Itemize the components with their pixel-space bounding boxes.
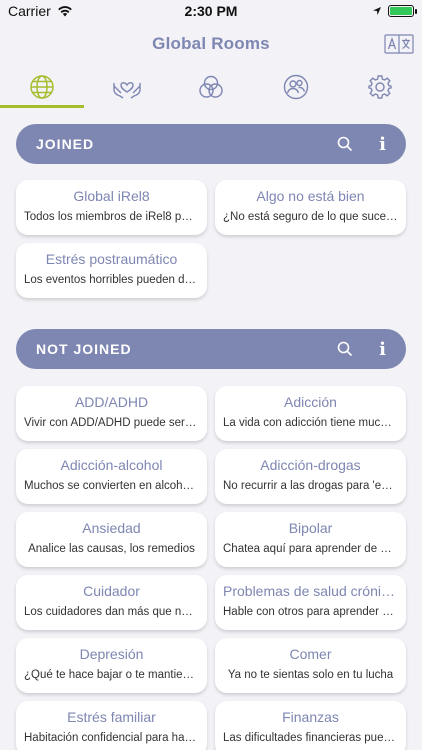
room-title: Adicción-alcohol	[60, 457, 163, 473]
page-title: Global Rooms	[152, 34, 270, 53]
info-icon[interactable]: i	[379, 339, 386, 360]
room-desc: Hable con otros para aprender más	[223, 606, 398, 618]
battery-icon	[388, 5, 417, 17]
room-card[interactable]: Global iRel8 Todos los miembros de iRel8…	[16, 180, 207, 235]
tab-support[interactable]	[85, 66, 169, 108]
room-card[interactable]: ADD/ADHD Vivir con ADD/ADHD puede ser di…	[16, 386, 207, 441]
room-card[interactable]: Cuidador Los cuidadores dan más que nadi…	[16, 575, 207, 630]
joined-rooms: Global iRel8 Todos los miembros de iRel8…	[16, 180, 406, 298]
room-title: Global iRel8	[73, 188, 150, 204]
translate-icon	[384, 34, 414, 54]
status-bar: Carrier 2:30 PM	[0, 0, 422, 22]
room-desc: No recurrir a las drogas para 'escapar'	[223, 480, 398, 492]
room-title: Problemas de salud crónicos	[223, 583, 398, 599]
room-card[interactable]: Ansiedad Analice las causas, los remedio…	[16, 512, 207, 567]
not-joined-rooms: ADD/ADHD Vivir con ADD/ADHD puede ser di…	[16, 386, 406, 750]
carrier-label: Carrier	[8, 3, 51, 19]
room-card[interactable]: Adicción-drogas No recurrir a las drogas…	[215, 449, 406, 504]
tab-contacts[interactable]	[254, 66, 338, 108]
not-joined-title: NOT JOINED	[36, 341, 132, 357]
room-desc: Vivir con ADD/ADHD puede ser difícil	[24, 417, 199, 429]
search-icon[interactable]	[337, 341, 353, 357]
room-card[interactable]: Estrés postraumático Los eventos horribl…	[16, 243, 207, 298]
room-desc: Los eventos horribles pueden dejar huell…	[24, 274, 199, 286]
room-card[interactable]: Depresión ¿Qué te hace bajar o te mantie…	[16, 638, 207, 693]
room-title: Ansiedad	[82, 520, 141, 536]
users-circle-icon	[283, 74, 309, 100]
search-icon[interactable]	[337, 136, 353, 152]
room-card[interactable]: Adicción La vida con adicción tiene much…	[215, 386, 406, 441]
room-desc: Todos los miembros de iRel8 pueden chate…	[24, 211, 199, 223]
status-left: Carrier	[8, 3, 73, 19]
gear-icon	[367, 74, 393, 100]
tab-global[interactable]	[0, 66, 84, 108]
not-joined-actions: i	[337, 339, 386, 360]
joined-header: JOINED i	[16, 124, 406, 164]
room-desc: Habitación confidencial para hablar	[24, 732, 199, 744]
room-desc: Analice las causas, los remedios	[28, 543, 195, 555]
room-title: Bipolar	[288, 520, 333, 536]
room-desc: La vida con adicción tiene muchos retos	[223, 417, 398, 429]
room-desc: Chatea aquí para aprender de otros	[223, 543, 398, 555]
battery-fill	[390, 7, 412, 15]
room-title: ADD/ADHD	[74, 394, 149, 410]
info-icon[interactable]: i	[379, 134, 386, 155]
room-title: Depresión	[79, 646, 144, 662]
nav-bar: Global Rooms	[0, 22, 422, 66]
globe-icon	[29, 74, 55, 100]
room-card[interactable]: Problemas de salud crónicos Hable con ot…	[215, 575, 406, 630]
room-card[interactable]: Finanzas Las dificultades financieras pu…	[215, 701, 406, 750]
rooms-list[interactable]: JOINED i Global iRel8 Todos los miembros…	[0, 108, 422, 750]
room-card[interactable]: Algo no está bien ¿No está seguro de lo …	[215, 180, 406, 235]
room-title: Comer	[289, 646, 332, 662]
room-desc: Las dificultades financieras pueden agob…	[223, 732, 398, 744]
room-desc: ¿Qué te hace bajar o te mantiene abajo?	[24, 669, 199, 681]
room-desc: Ya no te sientas solo en tu lucha	[227, 669, 394, 681]
tab-settings[interactable]	[338, 66, 422, 108]
room-title: Algo no está bien	[256, 188, 365, 204]
room-title: Estrés postraumático	[45, 251, 178, 267]
room-card[interactable]: Adicción-alcohol Muchos se convierten en…	[16, 449, 207, 504]
room-desc: ¿No está seguro de lo que sucede?	[223, 211, 398, 223]
translate-button[interactable]	[384, 34, 414, 54]
not-joined-header: NOT JOINED i	[16, 329, 406, 369]
circles-icon	[197, 74, 225, 100]
room-title: Cuidador	[83, 583, 140, 599]
room-card[interactable]: Comer Ya no te sientas solo en tu lucha	[215, 638, 406, 693]
room-card[interactable]: Bipolar Chatea aquí para aprender de otr…	[215, 512, 406, 567]
room-desc: Muchos se convierten en alcohólicos	[24, 480, 199, 492]
joined-title: JOINED	[36, 136, 95, 152]
room-title: Adicción-drogas	[260, 457, 361, 473]
location-icon	[372, 6, 382, 16]
joined-actions: i	[337, 134, 386, 155]
status-right	[372, 5, 417, 17]
tab-groups[interactable]	[169, 66, 253, 108]
room-title: Finanzas	[282, 709, 339, 725]
room-title: Estrés familiar	[67, 709, 156, 725]
room-card[interactable]: Estrés familiar Habitación confidencial …	[16, 701, 207, 750]
wifi-icon	[57, 5, 73, 17]
tab-bar	[0, 66, 422, 108]
heart-hands-icon	[111, 74, 143, 100]
room-title: Adicción	[284, 394, 337, 410]
room-desc: Los cuidadores dan más que nadie	[24, 606, 199, 618]
